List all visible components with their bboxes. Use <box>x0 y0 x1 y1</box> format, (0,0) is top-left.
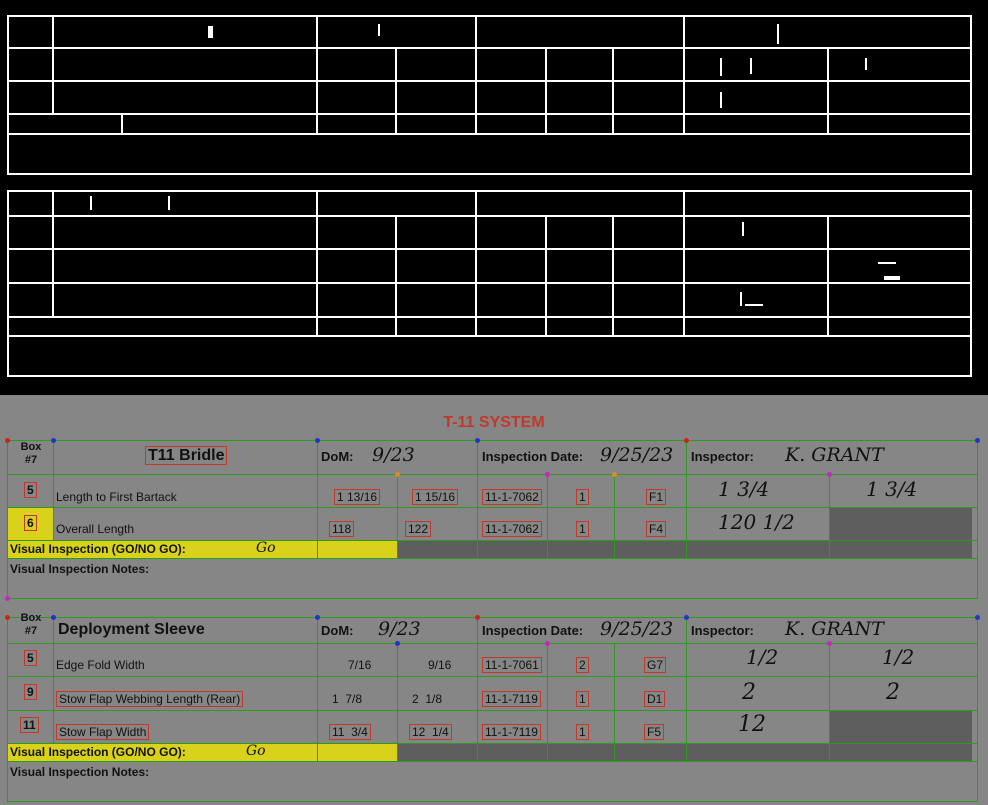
inspector-label: Inspector: <box>691 623 754 638</box>
row-measurement-2: 1/2 <box>882 645 915 669</box>
row-measurement-1: 2 <box>742 680 756 705</box>
row-description: Edge Fold Width <box>56 658 145 672</box>
row-measurement-1: 1/2 <box>746 645 779 669</box>
row-description: Length to First Bartack <box>56 490 177 504</box>
row-description: Stow Flap Width <box>56 724 150 740</box>
row-min: 1 13/16 <box>334 489 381 505</box>
row-min: 11 3/4 <box>329 724 371 740</box>
row-min: 118 <box>329 521 355 537</box>
inspector-value: K. GRANT <box>785 618 884 640</box>
dom-label: DoM: <box>321 623 354 638</box>
row-box-number: 11 <box>20 717 39 733</box>
shaded-row <box>397 540 972 558</box>
visual-inspection-go-value: Go <box>256 540 276 556</box>
box-header: Box #7 <box>20 441 42 466</box>
visual-inspection-notes-label: Visual Inspection Notes: <box>10 562 150 576</box>
dom-value: 9/23 <box>378 618 421 640</box>
row-measurement-1: 1 3/4 <box>718 477 770 501</box>
row-description: Overall Length <box>56 522 135 536</box>
row-qty: 1 <box>576 521 589 537</box>
inspector-value: K. GRANT <box>785 444 884 466</box>
box-header: Box #7 <box>20 612 42 637</box>
row-box-number: 5 <box>24 650 37 666</box>
system-title: T-11 SYSTEM <box>443 414 545 431</box>
row-location: F5 <box>644 724 665 740</box>
row-qty: 2 <box>576 657 589 673</box>
row-qty: 1 <box>576 724 589 740</box>
shaded-cell <box>829 507 972 540</box>
inspection-date-value: 9/25/23 <box>600 618 674 640</box>
row-box-number: 6 <box>24 515 37 531</box>
row-measurement-1: 120 1/2 <box>718 510 795 534</box>
row-part: 11-1-7062 <box>482 489 542 505</box>
dom-value: 9/23 <box>372 444 415 466</box>
row-description: Stow Flap Webbing Length (Rear) <box>56 691 244 707</box>
row-box-number: 9 <box>24 684 37 700</box>
row-measurement-1: 12 <box>738 712 766 737</box>
inspection-date-value: 9/25/23 <box>600 444 674 466</box>
row-max: 9/16 <box>428 658 452 672</box>
row-measurement-2: 1 3/4 <box>866 477 918 501</box>
row-part: 11-1-7062 <box>482 521 542 537</box>
inspection-date-label: Inspection Date: <box>482 449 584 464</box>
visual-inspection-go-label: Visual Inspection (GO/NO GO): <box>10 542 186 556</box>
row-part: 11-1-7119 <box>482 724 541 740</box>
row-max: 12 1/4 <box>409 724 452 740</box>
row-part: 11-1-7061 <box>482 657 542 673</box>
row-max: 2 1/8 <box>412 692 443 706</box>
shaded-cell-2 <box>829 710 972 743</box>
row-qty: 1 <box>576 691 589 707</box>
row-qty: 1 <box>576 489 589 505</box>
inspector-label: Inspector: <box>691 449 754 464</box>
section1-title: T11 Bridle <box>145 446 228 465</box>
row-measurement-2: 2 <box>886 680 900 705</box>
row-min: 1 7/8 <box>332 692 363 706</box>
row-max: 122 <box>405 521 432 537</box>
section2-title: Deployment Sleeve <box>58 621 205 638</box>
row-max: 1 15/16 <box>412 489 459 505</box>
row-location: F1 <box>646 489 667 505</box>
row-box-number: 5 <box>24 482 37 498</box>
visual-inspection-go-value: Go <box>246 743 266 759</box>
visual-inspection-notes-label: Visual Inspection Notes: <box>10 765 150 779</box>
row-location: F4 <box>646 521 667 537</box>
dom-label: DoM: <box>321 449 354 464</box>
row-location: D1 <box>644 691 666 707</box>
visual-inspection-go-label: Visual Inspection (GO/NO GO): <box>10 745 186 759</box>
shaded-row-2 <box>397 743 972 761</box>
row-min: 7/16 <box>348 658 372 672</box>
row-location: G7 <box>644 657 667 673</box>
inspection-date-label: Inspection Date: <box>482 623 584 638</box>
row-part: 11-1-7119 <box>482 691 541 707</box>
